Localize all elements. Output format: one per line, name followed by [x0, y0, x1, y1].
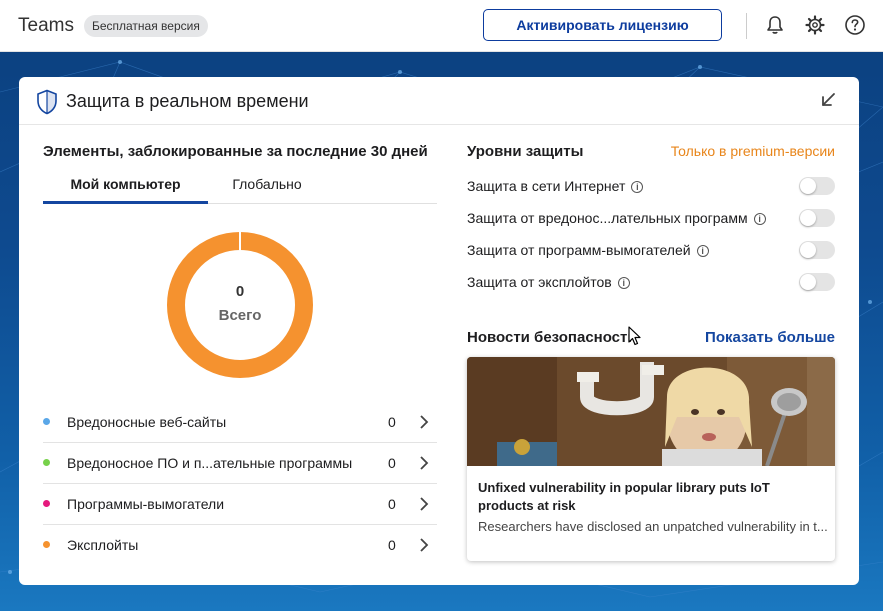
shield-icon [37, 89, 57, 115]
protection-row-web: Защита в сети Интернет i [467, 175, 835, 199]
protection-label: Защита от вредонос...лательных программ [467, 210, 748, 226]
tab-global[interactable]: Глобально [208, 174, 326, 204]
total-donut-chart [167, 232, 313, 378]
header-divider [746, 13, 747, 39]
mouse-cursor-icon [628, 326, 641, 346]
top-bar: Teams Бесплатная версия Активировать лиц… [0, 0, 883, 52]
status-dot [43, 500, 50, 507]
app-title: Teams [18, 14, 74, 36]
malware-protection-toggle[interactable] [799, 209, 835, 227]
protection-row-malware: Защита от вредонос...лательных программ i [467, 207, 835, 231]
activate-license-button[interactable]: Активировать лицензию [483, 9, 722, 41]
category-count: 0 [388, 455, 396, 471]
category-list: Вредоносные веб-сайты 0 Вредоносное ПО и… [43, 402, 437, 566]
chevron-right-icon [420, 538, 429, 552]
card-title: Защита в реальном времени [66, 91, 309, 111]
info-icon[interactable]: i [753, 213, 766, 225]
chevron-right-icon [420, 456, 429, 470]
bell-icon[interactable] [764, 14, 786, 36]
category-label: Программы-вымогатели [67, 496, 225, 512]
blocked-items-section: Элементы, заблокированные за последние 3… [43, 143, 437, 553]
protection-row-ransomware: Защита от программ-вымогателей i [467, 239, 835, 263]
news-image [467, 357, 835, 466]
category-label: Вредоносные веб-сайты [67, 414, 227, 430]
web-protection-toggle[interactable] [799, 177, 835, 195]
protection-label: Защита от эксплойтов [467, 274, 612, 290]
category-row-ransomware[interactable]: Программы-вымогатели 0 [43, 484, 437, 525]
premium-only-label[interactable]: Только в premium-версии [671, 143, 835, 159]
news-headline: Unfixed vulnerability in popular library… [478, 480, 770, 513]
protection-label: Защита от программ-вымогателей [467, 242, 691, 258]
toggle-knob [800, 210, 816, 226]
help-icon[interactable] [844, 14, 866, 36]
show-more-link[interactable]: Показать больше [705, 329, 835, 346]
category-row-malicious-websites[interactable]: Вредоносные веб-сайты 0 [43, 402, 437, 443]
protection-row-exploits: Защита от эксплойтов i [467, 271, 835, 295]
chevron-right-icon [420, 497, 429, 511]
category-count: 0 [388, 414, 396, 430]
protection-levels-section: Уровни защиты Только в premium-версии За… [467, 143, 835, 561]
news-excerpt: Researchers have disclosed an unpatched … [478, 519, 828, 534]
tab-my-computer[interactable]: Мой компьютер [43, 174, 208, 204]
toggle-knob [800, 178, 816, 194]
category-row-malware[interactable]: Вредоносное ПО и п...ательные программы … [43, 443, 437, 484]
version-badge: Бесплатная версия [83, 14, 208, 37]
blocked-items-title: Элементы, заблокированные за последние 3… [43, 143, 428, 160]
category-label: Вредоносное ПО и п...ательные программы [67, 455, 353, 471]
toggle-knob [800, 274, 816, 290]
news-card[interactable]: Unfixed vulnerability in popular library… [467, 357, 835, 561]
category-label: Эксплойты [67, 537, 139, 553]
exploit-protection-toggle[interactable] [799, 273, 835, 291]
security-news-title: Новости безопасности [467, 329, 637, 346]
info-icon[interactable]: i [617, 277, 630, 289]
status-dot [43, 459, 50, 466]
info-icon[interactable]: i [696, 245, 709, 257]
status-dot [43, 418, 50, 425]
category-count: 0 [388, 537, 396, 553]
protection-label: Защита в сети Интернет [467, 178, 626, 194]
total-count: 0 [235, 283, 245, 300]
blocked-tabs: Мой компьютер Глобально [43, 174, 437, 204]
card-header: Защита в реальном времени [19, 77, 859, 125]
chevron-right-icon [420, 415, 429, 429]
category-row-exploits[interactable]: Эксплойты 0 [43, 525, 437, 566]
category-count: 0 [388, 496, 396, 512]
collapse-icon[interactable] [819, 91, 837, 109]
status-dot [43, 541, 50, 548]
toggle-knob [800, 242, 816, 258]
total-label: Всего [218, 307, 262, 324]
gear-icon[interactable] [804, 14, 826, 36]
realtime-protection-card: Защита в реальном времени Элементы, забл… [19, 77, 859, 585]
info-icon[interactable]: i [631, 181, 644, 193]
ransomware-protection-toggle[interactable] [799, 241, 835, 259]
